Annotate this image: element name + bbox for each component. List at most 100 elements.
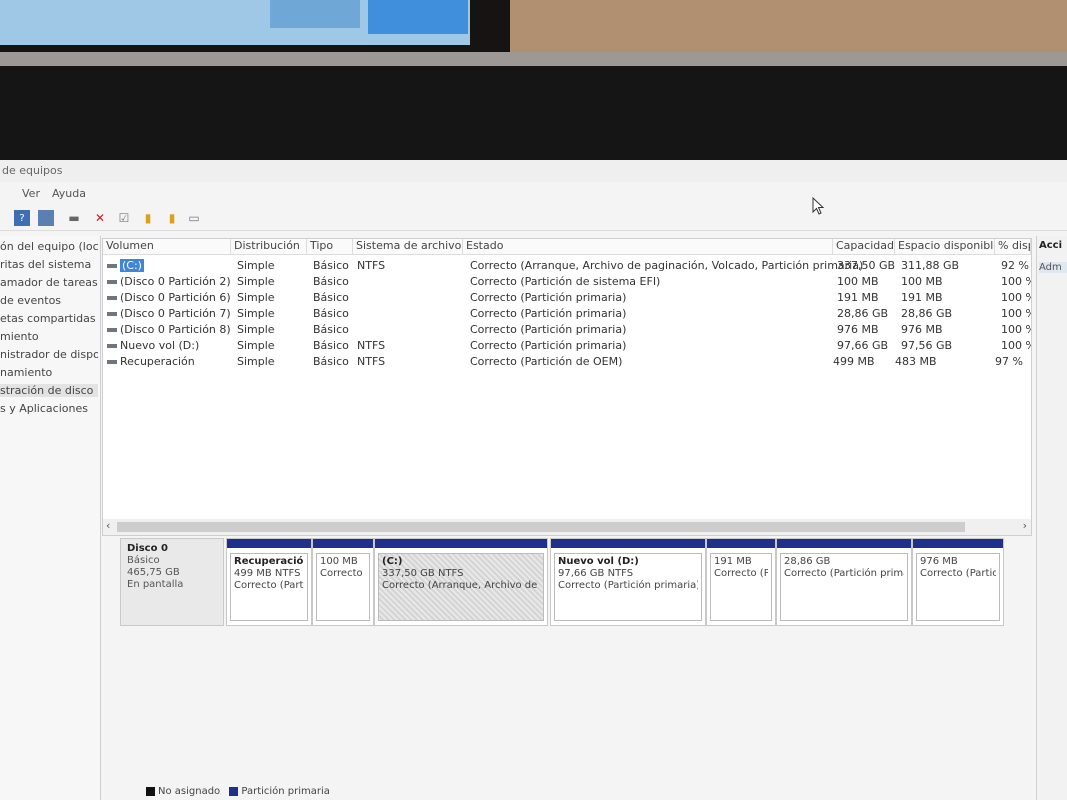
partition-status: Correcto (Partición primaria) xyxy=(558,580,698,591)
column-header-porcentaje[interactable]: % disp xyxy=(995,239,1031,255)
partition-status: Correcto (Parti xyxy=(234,580,304,591)
volume-pct: 92 % xyxy=(1001,259,1029,272)
volume-layout: Simple xyxy=(237,259,275,272)
tree-item[interactable]: s y Aplicaciones xyxy=(0,402,98,415)
volume-name: (C:) xyxy=(120,259,144,272)
partition-block[interactable]: Nuevo vol (D:) 97,66 GB NTFS Correcto (P… xyxy=(550,538,706,626)
drive-icon xyxy=(107,280,117,284)
help-icon[interactable]: ? xyxy=(14,210,30,226)
volume-layout: Simple xyxy=(237,275,275,288)
partition-size: 976 MB xyxy=(920,556,958,567)
column-header-capacidad[interactable]: Capacidad xyxy=(833,239,895,255)
volume-free: 483 MB xyxy=(895,355,937,368)
navigation-tree: ón del equipo (loc ritas del sistema ama… xyxy=(0,236,101,800)
partition-name: Recuperación xyxy=(234,556,304,567)
column-header-volumen[interactable]: Volumen xyxy=(103,239,231,255)
legend-unallocated: No asignado xyxy=(158,786,221,797)
view-icon[interactable] xyxy=(38,210,54,226)
table-row[interactable]: (Disco 0 Partición 8) Simple Básico Corr… xyxy=(103,323,1031,339)
partition-block[interactable]: 100 MB Correcto ( xyxy=(312,538,374,626)
table-row[interactable]: Recuperación Simple Básico NTFS Correcto… xyxy=(103,355,1031,371)
volume-layout: Simple xyxy=(237,355,275,368)
scroll-left-icon[interactable]: ‹ xyxy=(106,519,110,532)
volume-free: 191 MB xyxy=(901,291,943,304)
partition-status: Correcto ( xyxy=(320,568,366,579)
table-row[interactable]: (Disco 0 Partición 7) Simple Básico Corr… xyxy=(103,307,1031,323)
volume-status: Correcto (Partición primaria) xyxy=(470,307,627,320)
partition-block[interactable]: Recuperación 499 MB NTFS Correcto (Parti xyxy=(226,538,312,626)
table-row[interactable]: (C:) Simple Básico NTFS Correcto (Arranq… xyxy=(103,259,1031,275)
scrollbar-thumb[interactable] xyxy=(117,522,965,532)
title-bar: de equipos xyxy=(0,160,1067,182)
partition-size: 337,50 GB NTFS xyxy=(382,568,464,579)
volume-name: Recuperación xyxy=(120,355,195,368)
background-monitor xyxy=(0,0,510,52)
column-header-distribucion[interactable]: Distribución xyxy=(231,239,307,255)
partition-block-selected[interactable]: (C:) 337,50 GB NTFS Correcto (Arranque, … xyxy=(374,538,548,626)
folder-icon[interactable]: ▮ xyxy=(164,210,180,226)
tree-item[interactable]: ón del equipo (loc xyxy=(0,240,98,253)
volume-type: Básico xyxy=(313,323,349,336)
disk-label[interactable]: Disco 0 Básico 465,75 GB En pantalla xyxy=(120,538,224,626)
partition-status: Correcto (Partició xyxy=(920,568,996,579)
menu-ayuda[interactable]: Ayuda xyxy=(52,187,86,200)
legend-primary: Partición primaria xyxy=(241,786,330,797)
partition-header-bar xyxy=(551,539,705,548)
volume-pct: 100 % xyxy=(1001,291,1031,304)
volume-fs: NTFS xyxy=(357,355,386,368)
toolbar: ? ▬ ✕ ☑ ▮ ▮ ▭ xyxy=(0,206,1067,231)
tree-item[interactable]: nistrador de dispo xyxy=(0,348,98,361)
tree-item-disk-management[interactable]: stración de disco xyxy=(0,384,98,397)
column-header-espacio[interactable]: Espacio disponible xyxy=(895,239,995,255)
menu-bar: Ver Ayuda xyxy=(0,184,1067,204)
partition-block[interactable]: 976 MB Correcto (Partició xyxy=(912,538,1004,626)
volume-capacity: 337,50 GB xyxy=(837,259,896,272)
volume-type: Básico xyxy=(313,275,349,288)
tree-item[interactable]: de eventos xyxy=(0,294,98,307)
laptop-bezel xyxy=(0,52,1067,162)
table-row[interactable]: (Disco 0 Partición 2) Simple Básico Corr… xyxy=(103,275,1031,291)
tree-item[interactable]: ritas del sistema xyxy=(0,258,98,271)
disk-name: Disco 0 xyxy=(127,543,168,554)
column-header-sistema[interactable]: Sistema de archivos xyxy=(353,239,463,255)
volume-list: Volumen Distribución Tipo Sistema de arc… xyxy=(102,238,1032,536)
drive-icon xyxy=(107,328,117,332)
volume-pct: 100 % xyxy=(1001,323,1031,336)
actions-header: Acci xyxy=(1039,240,1063,251)
partition-block[interactable]: 191 MB Correcto (Pa xyxy=(706,538,776,626)
table-row[interactable]: (Disco 0 Partición 6) Simple Básico Corr… xyxy=(103,291,1031,307)
check-icon[interactable]: ☑ xyxy=(116,210,132,226)
actions-pane: Acci Adm xyxy=(1036,236,1067,800)
menu-ver[interactable]: Ver xyxy=(22,187,40,200)
mouse-cursor-icon xyxy=(812,197,825,215)
actions-item[interactable]: Adm xyxy=(1039,262,1067,273)
scroll-right-icon[interactable]: › xyxy=(1023,519,1027,532)
column-header-estado[interactable]: Estado xyxy=(463,239,833,255)
table-row[interactable]: Nuevo vol (D:) Simple Básico NTFS Correc… xyxy=(103,339,1031,355)
tree-item[interactable]: etas compartidas xyxy=(0,312,98,325)
tree-item[interactable]: amador de tareas xyxy=(0,276,98,289)
properties-icon[interactable]: ▭ xyxy=(186,210,202,226)
tree-item[interactable]: namiento xyxy=(0,366,98,379)
volume-type: Básico xyxy=(313,355,349,368)
legend-swatch-primary xyxy=(229,786,239,796)
background-window-block xyxy=(368,0,468,34)
partition-block[interactable]: 28,86 GB Correcto (Partición primar xyxy=(776,538,912,626)
partition-size: 499 MB NTFS xyxy=(234,568,301,579)
volume-status: Correcto (Arranque, Archivo de paginació… xyxy=(470,259,864,272)
volume-free: 311,88 GB xyxy=(901,259,960,272)
disk-size: 465,75 GB xyxy=(127,567,180,578)
volume-type: Básico xyxy=(313,259,349,272)
delete-icon[interactable]: ✕ xyxy=(92,210,108,226)
partition-name: (C:) xyxy=(382,556,403,567)
horizontal-scrollbar[interactable]: ‹ › xyxy=(103,519,1031,535)
new-icon[interactable]: ▮ xyxy=(140,210,156,226)
partition-size: 97,66 GB NTFS xyxy=(558,568,634,579)
column-header-tipo[interactable]: Tipo xyxy=(307,239,353,255)
disk-management-window: de equipos Ver Ayuda ? ▬ ✕ ☑ ▮ ▮ ▭ ón de… xyxy=(0,160,1067,800)
tree-item[interactable]: miento xyxy=(0,330,98,343)
volume-layout: Simple xyxy=(237,291,275,304)
volume-name: (Disco 0 Partición 8) xyxy=(120,323,231,336)
volume-type: Básico xyxy=(313,339,349,352)
disconnect-icon[interactable]: ▬ xyxy=(66,210,82,226)
